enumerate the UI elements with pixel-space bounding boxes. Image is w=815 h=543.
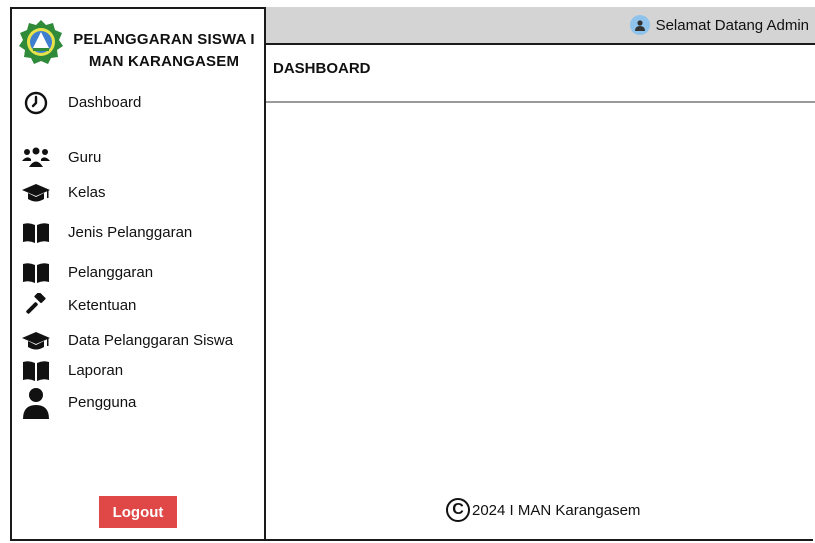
gavel-icon bbox=[22, 292, 50, 320]
logout-button[interactable]: Logout bbox=[99, 496, 177, 528]
footer-text: 2024 I MAN Karangasem bbox=[472, 501, 641, 519]
user-circle-icon bbox=[629, 15, 650, 35]
sidebar-item-label: Guru bbox=[68, 149, 102, 166]
sidebar-item-ketentuan[interactable]: Ketentuan bbox=[10, 292, 264, 320]
school-emblem-icon bbox=[19, 20, 63, 64]
sidebar-item-label: Ketentuan bbox=[68, 297, 137, 314]
welcome-area[interactable]: Selamat Datang Admin bbox=[629, 15, 809, 35]
sidebar-item-jenis-pelanggaran[interactable]: Jenis Pelanggaran bbox=[10, 219, 264, 247]
sidebar-item-pengguna[interactable]: Pengguna bbox=[10, 388, 264, 419]
sidebar-item-label: Data Pelanggaran Siswa bbox=[68, 332, 234, 349]
sidebar-item-kelas[interactable]: Kelas bbox=[10, 179, 264, 207]
book-icon bbox=[22, 219, 50, 247]
book-icon bbox=[22, 357, 50, 385]
sidebar-item-label: Dashboard bbox=[68, 94, 142, 111]
sidebar-item-dashboard[interactable]: Dashboard bbox=[10, 89, 264, 117]
sidebar: PELANGGARAN SISWA I MAN KARANGASEM Dashb… bbox=[10, 7, 266, 541]
graduation-cap-icon bbox=[22, 179, 50, 207]
sidebar-item-label: Pelanggaran bbox=[68, 264, 154, 281]
sidebar-item-label: Laporan bbox=[68, 362, 124, 379]
sidebar-item-data-pelanggaran-siswa[interactable]: Data Pelanggaran Siswa bbox=[10, 327, 264, 355]
sidebar-item-pelanggaran[interactable]: Pelanggaran bbox=[10, 259, 264, 287]
topbar: Selamat Datang Admin bbox=[266, 7, 815, 45]
users-icon bbox=[22, 144, 50, 172]
title-divider bbox=[266, 101, 815, 103]
brand-title: PELANGGARAN SISWA I MAN KARANGASEM bbox=[66, 29, 262, 73]
sidebar-item-guru[interactable]: Guru bbox=[10, 144, 264, 172]
sidebar-item-label: Pengguna bbox=[68, 394, 137, 411]
clock-icon bbox=[22, 89, 50, 117]
book-icon bbox=[22, 259, 50, 287]
brand-line-1: PELANGGARAN SISWA I bbox=[73, 31, 255, 48]
page-title: DASHBOARD bbox=[273, 60, 371, 77]
footer: C 2024 I MAN Karangasem bbox=[446, 498, 640, 522]
brand-line-2: MAN KARANGASEM bbox=[88, 53, 240, 70]
copyright-icon: C bbox=[446, 498, 470, 522]
sidebar-item-label: Kelas bbox=[68, 184, 106, 201]
user-icon bbox=[22, 388, 50, 419]
welcome-text: Selamat Datang Admin bbox=[655, 16, 809, 34]
sidebar-item-laporan[interactable]: Laporan bbox=[10, 357, 264, 385]
brand: PELANGGARAN SISWA I MAN KARANGASEM bbox=[10, 7, 264, 87]
graduation-cap-icon bbox=[22, 327, 50, 355]
sidebar-item-label: Jenis Pelanggaran bbox=[68, 224, 193, 241]
